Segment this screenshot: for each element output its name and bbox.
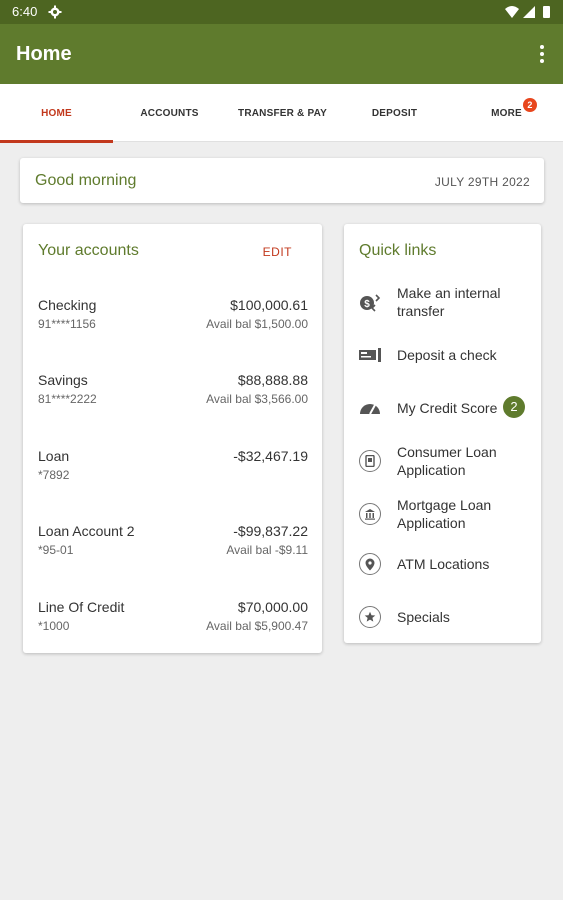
tab-label: MORE	[491, 108, 522, 119]
account-row-checking[interactable]: Checking 91****1156 $100,000.61 Avail ba…	[38, 297, 308, 337]
account-balance: $88,888.88	[237, 372, 308, 388]
tab-deposit[interactable]: DEPOSIT	[338, 84, 451, 142]
wifi-icon	[505, 6, 519, 18]
account-row-savings[interactable]: Savings 81****2222 $88,888.88 Avail bal …	[38, 372, 308, 412]
quick-links-title: Quick links	[359, 242, 437, 259]
quick-link-label: My Credit Score	[397, 400, 498, 416]
status-time: 6:40	[12, 4, 38, 19]
phone-icon	[357, 448, 383, 474]
star-icon	[357, 604, 383, 630]
account-number: *95-01	[38, 543, 74, 557]
accounts-card: Your accounts EDIT Checking 91****1156 $…	[23, 224, 322, 653]
quick-link-label: Make an internal transfer	[397, 285, 501, 319]
tab-label: ACCOUNTS	[140, 108, 199, 119]
app-bar: Home	[0, 24, 563, 84]
account-row-line-of-credit[interactable]: Line Of Credit *1000 $70,000.00 Avail ba…	[38, 599, 308, 639]
quick-link-mortgage-loan[interactable]: Mortgage Loan Application	[357, 494, 541, 534]
notification-badge: 2	[523, 98, 537, 112]
quick-link-internal-transfer[interactable]: $ Make an internal transfer	[357, 282, 541, 322]
quick-link-deposit-check[interactable]: Deposit a check	[357, 335, 541, 375]
account-name: Loan	[38, 448, 70, 464]
account-available-balance: Avail bal $1,500.00	[206, 317, 308, 331]
account-number: 91****1156	[38, 317, 96, 331]
account-balance: $70,000.00	[237, 599, 308, 615]
quick-link-label: Specials	[397, 609, 450, 625]
page-title: Home	[16, 43, 72, 65]
status-icons	[505, 6, 550, 18]
tab-bar: HOME ACCOUNTS TRANSFER & PAY DEPOSIT MOR…	[0, 84, 563, 143]
tab-label: TRANSFER & PAY	[238, 108, 327, 119]
account-name: Checking	[38, 297, 97, 313]
account-name: Line Of Credit	[38, 599, 125, 615]
quick-link-label: Mortgage Loan Application	[397, 497, 492, 531]
account-balance: -$99,837.22	[233, 523, 308, 539]
account-available-balance: Avail bal $5,900.47	[206, 619, 308, 633]
quick-link-label: Consumer Loan Application	[397, 444, 497, 478]
greeting-date: JULY 29TH 2022	[434, 175, 530, 189]
credit-score-badge: 2	[503, 396, 525, 418]
gauge-icon	[360, 404, 380, 415]
account-number: *7892	[38, 468, 70, 482]
quick-link-atm-locations[interactable]: ATM Locations	[357, 544, 541, 584]
tab-more[interactable]: MORE 2	[450, 84, 563, 142]
battery-icon	[543, 6, 550, 18]
quick-link-label: ATM Locations	[397, 556, 490, 572]
location-pin-icon	[357, 551, 383, 577]
account-available-balance: Avail bal $3,566.00	[206, 392, 308, 406]
settings-gear-icon	[48, 5, 62, 19]
tab-label: HOME	[41, 108, 72, 119]
tab-transfer-pay[interactable]: TRANSFER & PAY	[226, 84, 339, 142]
greeting-text: Good morning	[35, 172, 137, 189]
account-balance: -$32,467.19	[233, 448, 308, 464]
edit-accounts-button[interactable]: EDIT	[263, 245, 292, 259]
quick-link-specials[interactable]: Specials	[357, 597, 541, 637]
quick-link-credit-score[interactable]: My Credit Score 2 75	[357, 388, 541, 428]
account-available-balance: Avail bal -$9.11	[226, 543, 308, 557]
check-icon	[359, 348, 381, 362]
account-balance: $100,000.61	[230, 297, 308, 313]
account-number: *1000	[38, 619, 70, 633]
account-name: Loan Account 2	[38, 523, 135, 539]
account-number: 81****2222	[38, 392, 97, 406]
quick-link-consumer-loan[interactable]: Consumer Loan Application	[357, 441, 541, 481]
tab-label: DEPOSIT	[371, 108, 418, 119]
quick-links-card: Quick links $ Make an internal transfer …	[344, 224, 541, 643]
tab-home[interactable]: HOME	[0, 84, 113, 143]
account-row-loan[interactable]: Loan *7892 -$32,467.19	[38, 448, 308, 488]
account-row-loan-account-2[interactable]: Loan Account 2 *95-01 -$99,837.22 Avail …	[38, 523, 308, 563]
overflow-menu-icon[interactable]	[535, 42, 549, 66]
svg-text:$: $	[364, 299, 370, 310]
bank-icon	[357, 501, 383, 527]
tab-accounts[interactable]: ACCOUNTS	[113, 84, 226, 142]
signal-icon	[523, 6, 535, 18]
accounts-title: Your accounts	[38, 242, 139, 259]
greeting-card: Good morning JULY 29TH 2022	[20, 158, 544, 203]
transfer-icon: $	[360, 294, 381, 312]
quick-link-label: Deposit a check	[397, 347, 497, 363]
status-bar: 6:40	[0, 0, 563, 24]
account-name: Savings	[38, 372, 88, 388]
